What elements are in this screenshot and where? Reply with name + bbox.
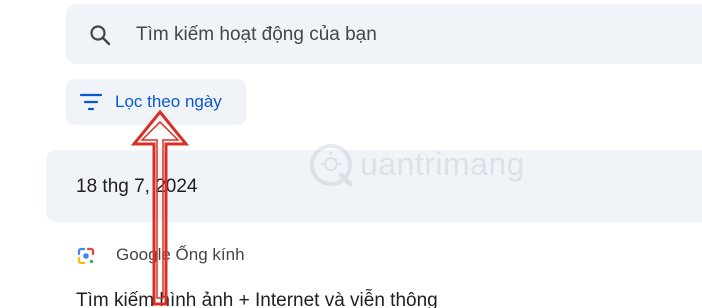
search-icon[interactable] bbox=[88, 23, 112, 47]
annotation-arrow bbox=[130, 109, 190, 306]
watermark-logo-icon bbox=[310, 144, 353, 187]
search-input-placeholder[interactable]: Tìm kiếm hoạt động của bạn bbox=[136, 24, 377, 46]
google-lens-icon bbox=[77, 247, 95, 265]
watermark-text: uantrimang bbox=[360, 146, 526, 182]
search-bar[interactable]: Tìm kiếm hoạt động của bạn bbox=[66, 4, 702, 64]
filter-icon bbox=[79, 93, 103, 111]
